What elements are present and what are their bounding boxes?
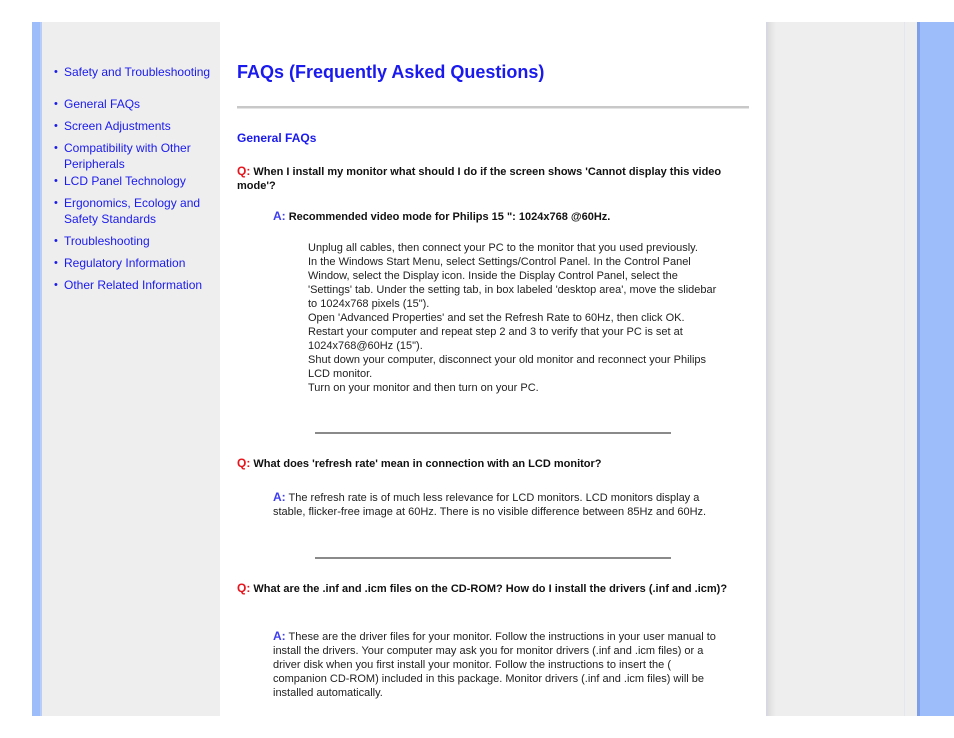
sidebar-link[interactable]: Regulatory Information (64, 256, 185, 270)
answer-text: Recommended video mode for Philips 15 ":… (288, 211, 611, 223)
right-frame-bar (917, 22, 954, 716)
page-title: FAQs (Frequently Asked Questions) (237, 62, 545, 82)
sidebar-link[interactable]: Other Related Information (64, 278, 202, 292)
sidebar-item-other-related-information[interactable]: Other Related Information (54, 277, 219, 293)
question-text: What does 'refresh rate' mean in connect… (253, 458, 602, 470)
answer-text: These are the driver files for your moni… (273, 631, 716, 699)
right-side-panel (766, 22, 917, 716)
sidebar-link[interactable]: Compatibility with Other Peripherals (64, 141, 191, 171)
sidebar-link[interactable]: Safety and Troubleshooting (64, 65, 210, 79)
step-item: Shut down your computer, disconnect your… (308, 354, 707, 380)
left-frame-bar (32, 22, 42, 716)
sidebar-item-general-faqs[interactable]: General FAQs (54, 96, 219, 112)
answer-label: A: (273, 209, 286, 223)
step-item: In the Windows Start Menu, select Settin… (308, 256, 717, 310)
sidebar-link[interactable]: Troubleshooting (64, 234, 150, 248)
sidebar-link[interactable]: Ergonomics, Ecology and Safety Standards (64, 196, 200, 226)
sidebar-link[interactable]: LCD Panel Technology (64, 174, 186, 188)
title-divider (237, 106, 749, 109)
sidebar-item-compatibility[interactable]: Compatibility with Other Peripherals (54, 140, 219, 172)
question-text: When I install my monitor what should I … (237, 166, 722, 192)
main-content: FAQs (Frequently Asked Questions) Genera… (220, 22, 766, 716)
panel-edge-line (904, 22, 905, 716)
faq-divider (315, 557, 671, 559)
faq-answer: A: Recommended video mode for Philips 15… (273, 209, 723, 224)
faq-divider (315, 432, 671, 434)
answer-label: A: (273, 490, 286, 504)
step-item: Open 'Advanced Properties' and set the R… (308, 312, 685, 324)
sidebar: Safety and Troubleshooting General FAQs … (42, 22, 220, 716)
sidebar-link[interactable]: General FAQs (64, 97, 140, 111)
faq-question: Q: What does 'refresh rate' mean in conn… (237, 456, 752, 471)
faq-question: Q: When I install my monitor what should… (237, 164, 752, 193)
answer-label: A: (273, 629, 286, 643)
sidebar-item-safety-and-troubleshooting[interactable]: Safety and Troubleshooting (54, 64, 219, 80)
faq-answer: A: These are the driver files for your m… (273, 629, 723, 700)
steps-list: Unplug all cables, then connect your PC … (308, 241, 718, 395)
sidebar-item-lcd-panel-technology[interactable]: LCD Panel Technology (54, 173, 219, 189)
step-item: Restart your computer and repeat step 2 … (308, 326, 683, 352)
question-text: What are the .inf and .icm files on the … (253, 583, 728, 595)
sidebar-item-regulatory-information[interactable]: Regulatory Information (54, 255, 219, 271)
sidebar-nav: Safety and Troubleshooting General FAQs … (54, 64, 219, 299)
step-item: Turn on your monitor and then turn on yo… (308, 382, 539, 394)
question-label: Q: (237, 164, 251, 178)
sidebar-item-ergonomics[interactable]: Ergonomics, Ecology and Safety Standards (54, 195, 219, 227)
sidebar-item-troubleshooting[interactable]: Troubleshooting (54, 233, 219, 249)
step-item: Unplug all cables, then connect your PC … (308, 242, 698, 254)
question-label: Q: (237, 456, 251, 470)
section-heading: General FAQs (237, 131, 317, 145)
answer-text: The refresh rate is of much less relevan… (273, 492, 707, 518)
sidebar-link[interactable]: Screen Adjustments (64, 119, 171, 133)
question-label: Q: (237, 581, 251, 595)
sidebar-item-screen-adjustments[interactable]: Screen Adjustments (54, 118, 219, 134)
faq-answer: A: The refresh rate is of much less rele… (273, 490, 723, 519)
faq-question: Q: What are the .inf and .icm files on t… (237, 581, 752, 596)
